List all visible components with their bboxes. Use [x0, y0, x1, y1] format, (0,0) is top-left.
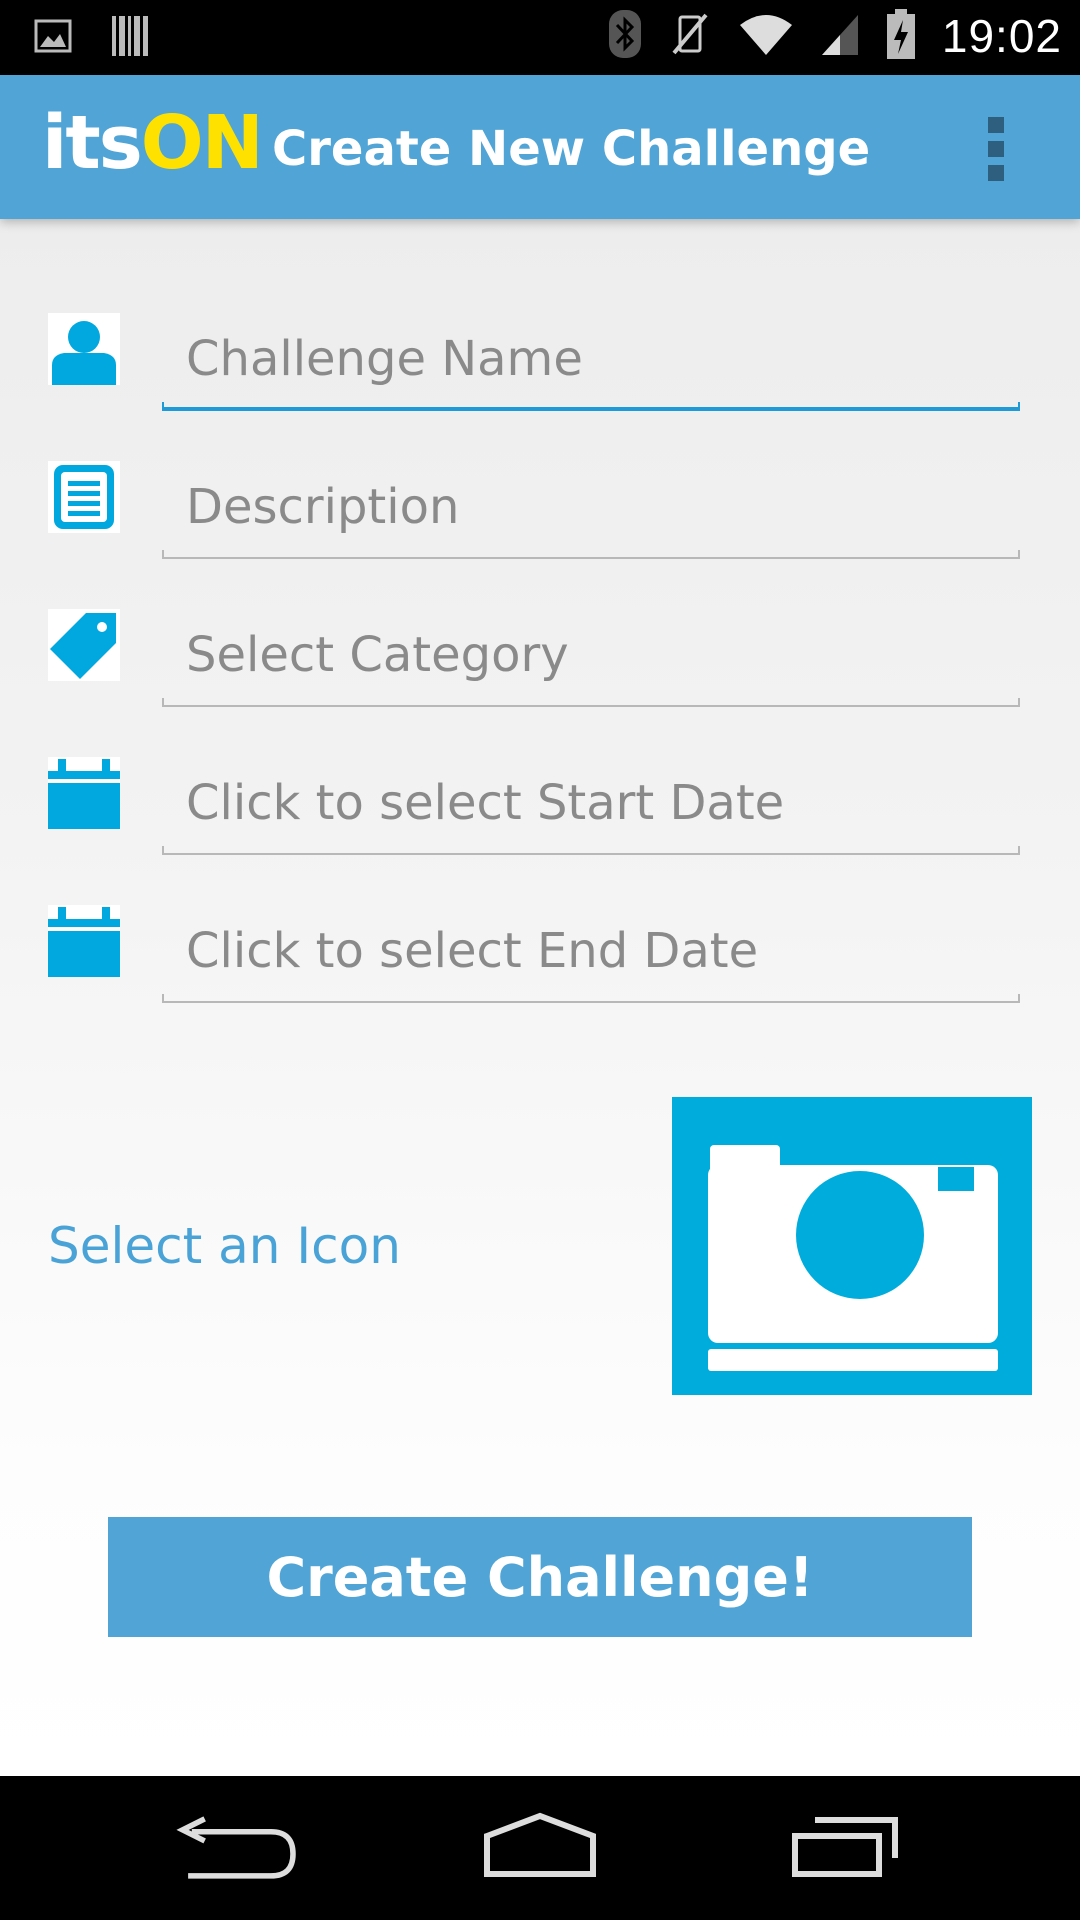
cell-signal-icon [820, 11, 860, 61]
action-bar: itsON Create New Challenge [0, 75, 1080, 219]
page-title: Create New Challenge [272, 121, 871, 177]
category-select[interactable]: Select Category [186, 627, 569, 683]
camera-icon [708, 1145, 998, 1371]
description-row: Description [0, 461, 1080, 571]
bluetooth-icon [608, 9, 642, 63]
start-date-row: Click to select Start Date [0, 757, 1080, 867]
image-notification-icon [34, 19, 72, 57]
clock: 19:02 [941, 10, 1062, 62]
navigation-bar [0, 1776, 1080, 1920]
person-icon [48, 313, 120, 385]
battery-charging-icon [886, 8, 916, 64]
barcode-notification-icon [110, 14, 150, 62]
calendar-icon [48, 757, 120, 829]
wifi-icon [738, 11, 794, 61]
home-icon[interactable] [465, 1806, 615, 1896]
calendar-icon [48, 905, 120, 977]
status-bar: 19:02 [0, 0, 1080, 75]
document-icon [48, 461, 120, 533]
end-date-input[interactable]: Click to select End Date [186, 923, 758, 979]
icon-picker-button[interactable] [672, 1097, 1032, 1395]
tag-icon [48, 609, 120, 681]
select-icon-label[interactable]: Select an Icon [48, 1217, 401, 1275]
create-challenge-form: Challenge Name Description Select Catego… [0, 219, 1080, 1776]
app-logo: itsON [42, 100, 264, 186]
create-challenge-button[interactable]: Create Challenge! [108, 1517, 972, 1637]
back-icon[interactable] [165, 1806, 315, 1896]
description-input[interactable]: Description [186, 479, 459, 535]
end-date-row: Click to select End Date [0, 905, 1080, 1015]
vibrate-mute-icon [668, 9, 712, 63]
overflow-menu-icon[interactable] [984, 117, 1008, 181]
challenge-name-input[interactable]: Challenge Name [186, 331, 583, 387]
challenge-name-row: Challenge Name [0, 313, 1080, 423]
category-row: Select Category [0, 609, 1080, 719]
start-date-input[interactable]: Click to select Start Date [186, 775, 784, 831]
recent-apps-icon[interactable] [765, 1806, 915, 1896]
